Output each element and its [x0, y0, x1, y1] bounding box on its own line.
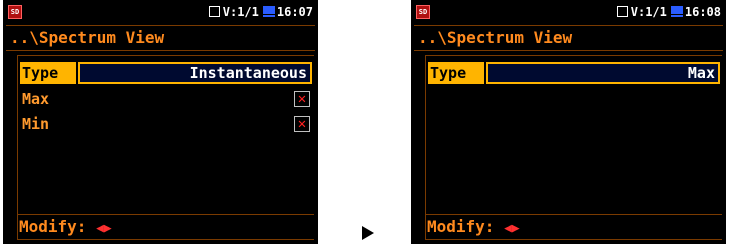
- arrow-right-icon: ▶: [511, 221, 520, 236]
- sd-card-icon: SD: [8, 5, 22, 19]
- type-value-selector[interactable]: Instantaneous: [78, 62, 312, 84]
- arrow-left-icon: ◀: [96, 221, 104, 236]
- pc-connection-icon: [262, 6, 275, 17]
- device-screen-after: SD V:1/1 16:08 ..\Spectrum View Type Max …: [408, 0, 729, 244]
- footer-hint: Modify: ◀▶: [425, 214, 722, 239]
- type-row[interactable]: Type Max: [428, 62, 720, 84]
- settings-panel: Type Instantaneous Max ✕ Min ✕: [17, 55, 314, 240]
- type-label: Type: [428, 62, 484, 84]
- channel-indicator: V:1/1: [630, 5, 667, 19]
- clock: 16:07: [276, 5, 313, 19]
- min-label: Min: [22, 115, 50, 133]
- screen-title: ..\Spectrum View: [414, 25, 723, 51]
- pc-connection-icon: [670, 6, 683, 17]
- arrow-right-icon: ▶: [103, 221, 112, 236]
- min-row[interactable]: Min ✕: [20, 113, 312, 135]
- transition-arrow-icon: [362, 226, 374, 240]
- type-row[interactable]: Type Instantaneous: [20, 62, 312, 84]
- type-value-selector[interactable]: Max: [486, 62, 720, 84]
- footer-hint: Modify: ◀▶: [17, 214, 314, 239]
- channel-square-icon: [616, 6, 628, 17]
- modify-label: Modify:: [19, 217, 87, 236]
- channel-square-icon: [208, 6, 220, 17]
- channel-indicator: V:1/1: [222, 5, 259, 19]
- screen-title: ..\Spectrum View: [6, 25, 315, 51]
- device-screen-before: SD V:1/1 16:07 ..\Spectrum View Type Inst…: [0, 0, 321, 244]
- type-label: Type: [20, 62, 76, 84]
- status-bar: SD V:1/1 16:08: [414, 3, 723, 21]
- sd-card-icon: SD: [416, 5, 430, 19]
- max-label: Max: [22, 90, 50, 108]
- clock: 16:08: [684, 5, 721, 19]
- max-row[interactable]: Max ✕: [20, 88, 312, 110]
- modify-label: Modify:: [427, 217, 495, 236]
- max-checkbox[interactable]: ✕: [294, 91, 310, 107]
- status-bar: SD V:1/1 16:07: [6, 3, 315, 21]
- settings-panel: Type Max: [425, 55, 722, 240]
- min-checkbox[interactable]: ✕: [294, 116, 310, 132]
- arrow-left-icon: ◀: [504, 221, 512, 236]
